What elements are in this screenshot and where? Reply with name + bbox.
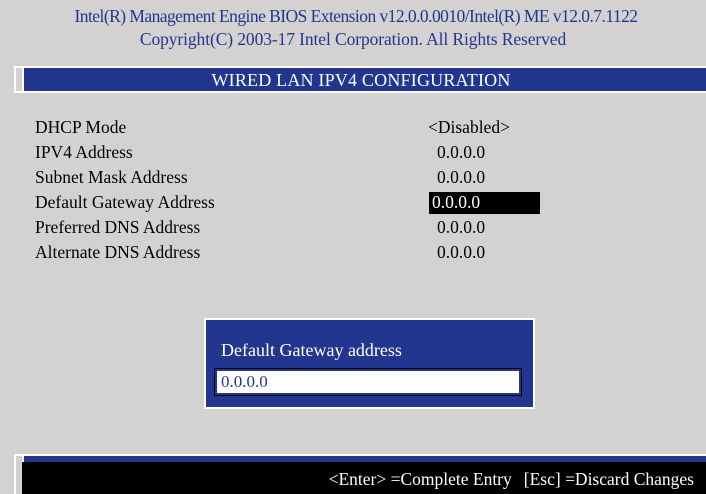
setting-row-subnet-mask[interactable]: Subnet Mask Address 0.0.0.0 xyxy=(0,167,706,191)
setting-label: IPV4 Address xyxy=(35,142,133,162)
setting-label: DHCP Mode xyxy=(35,117,127,137)
gateway-address-input[interactable] xyxy=(214,368,522,396)
screen-title: WIRED LAN IPV4 CONFIGURATION xyxy=(211,70,511,90)
setting-value[interactable]: 0.0.0.0 xyxy=(437,217,485,238)
setting-value-selected[interactable]: 0.0.0.0 xyxy=(429,192,540,214)
version-line: Intel(R) Management Engine BIOS Extensio… xyxy=(74,6,639,26)
setting-label: Preferred DNS Address xyxy=(35,217,201,237)
setting-label: Alternate DNS Address xyxy=(35,242,201,262)
setting-value[interactable]: 0.0.0.0 xyxy=(437,142,485,163)
key-hint-bar: <Enter> =Complete Entry [Esc] =Discard Ch… xyxy=(14,454,706,494)
gateway-edit-dialog: Default Gateway address xyxy=(204,318,535,409)
copyright-line: Copyright(C) 2003-17 Intel Corporation. … xyxy=(139,29,567,49)
key-hints: <Enter> =Complete Entry [Esc] =Discard Ch… xyxy=(329,469,694,490)
dialog-title: Default Gateway address xyxy=(221,340,402,360)
screen-title-bar: WIRED LAN IPV4 CONFIGURATION xyxy=(14,66,706,93)
setting-label: Default Gateway Address xyxy=(35,192,215,212)
esc-key-hint: [Esc] =Discard Changes xyxy=(523,469,694,489)
bios-header: Intel(R) Management Engine BIOS Extensio… xyxy=(0,0,706,60)
setting-label: Subnet Mask Address xyxy=(35,167,188,187)
setting-row-preferred-dns[interactable]: Preferred DNS Address 0.0.0.0 xyxy=(0,217,706,241)
enter-key-hint: <Enter> =Complete Entry xyxy=(328,469,512,489)
setting-row-dhcp-mode[interactable]: DHCP Mode <Disabled> xyxy=(0,117,706,141)
setting-value[interactable]: 0.0.0.0 xyxy=(437,242,485,263)
setting-row-default-gateway[interactable]: Default Gateway Address 0.0.0.0 xyxy=(0,192,706,216)
setting-row-ipv4-address[interactable]: IPV4 Address 0.0.0.0 xyxy=(0,142,706,166)
setting-value[interactable]: 0.0.0.0 xyxy=(437,167,485,188)
setting-row-alternate-dns[interactable]: Alternate DNS Address 0.0.0.0 xyxy=(0,242,706,266)
setting-value[interactable]: <Disabled> xyxy=(428,117,510,138)
